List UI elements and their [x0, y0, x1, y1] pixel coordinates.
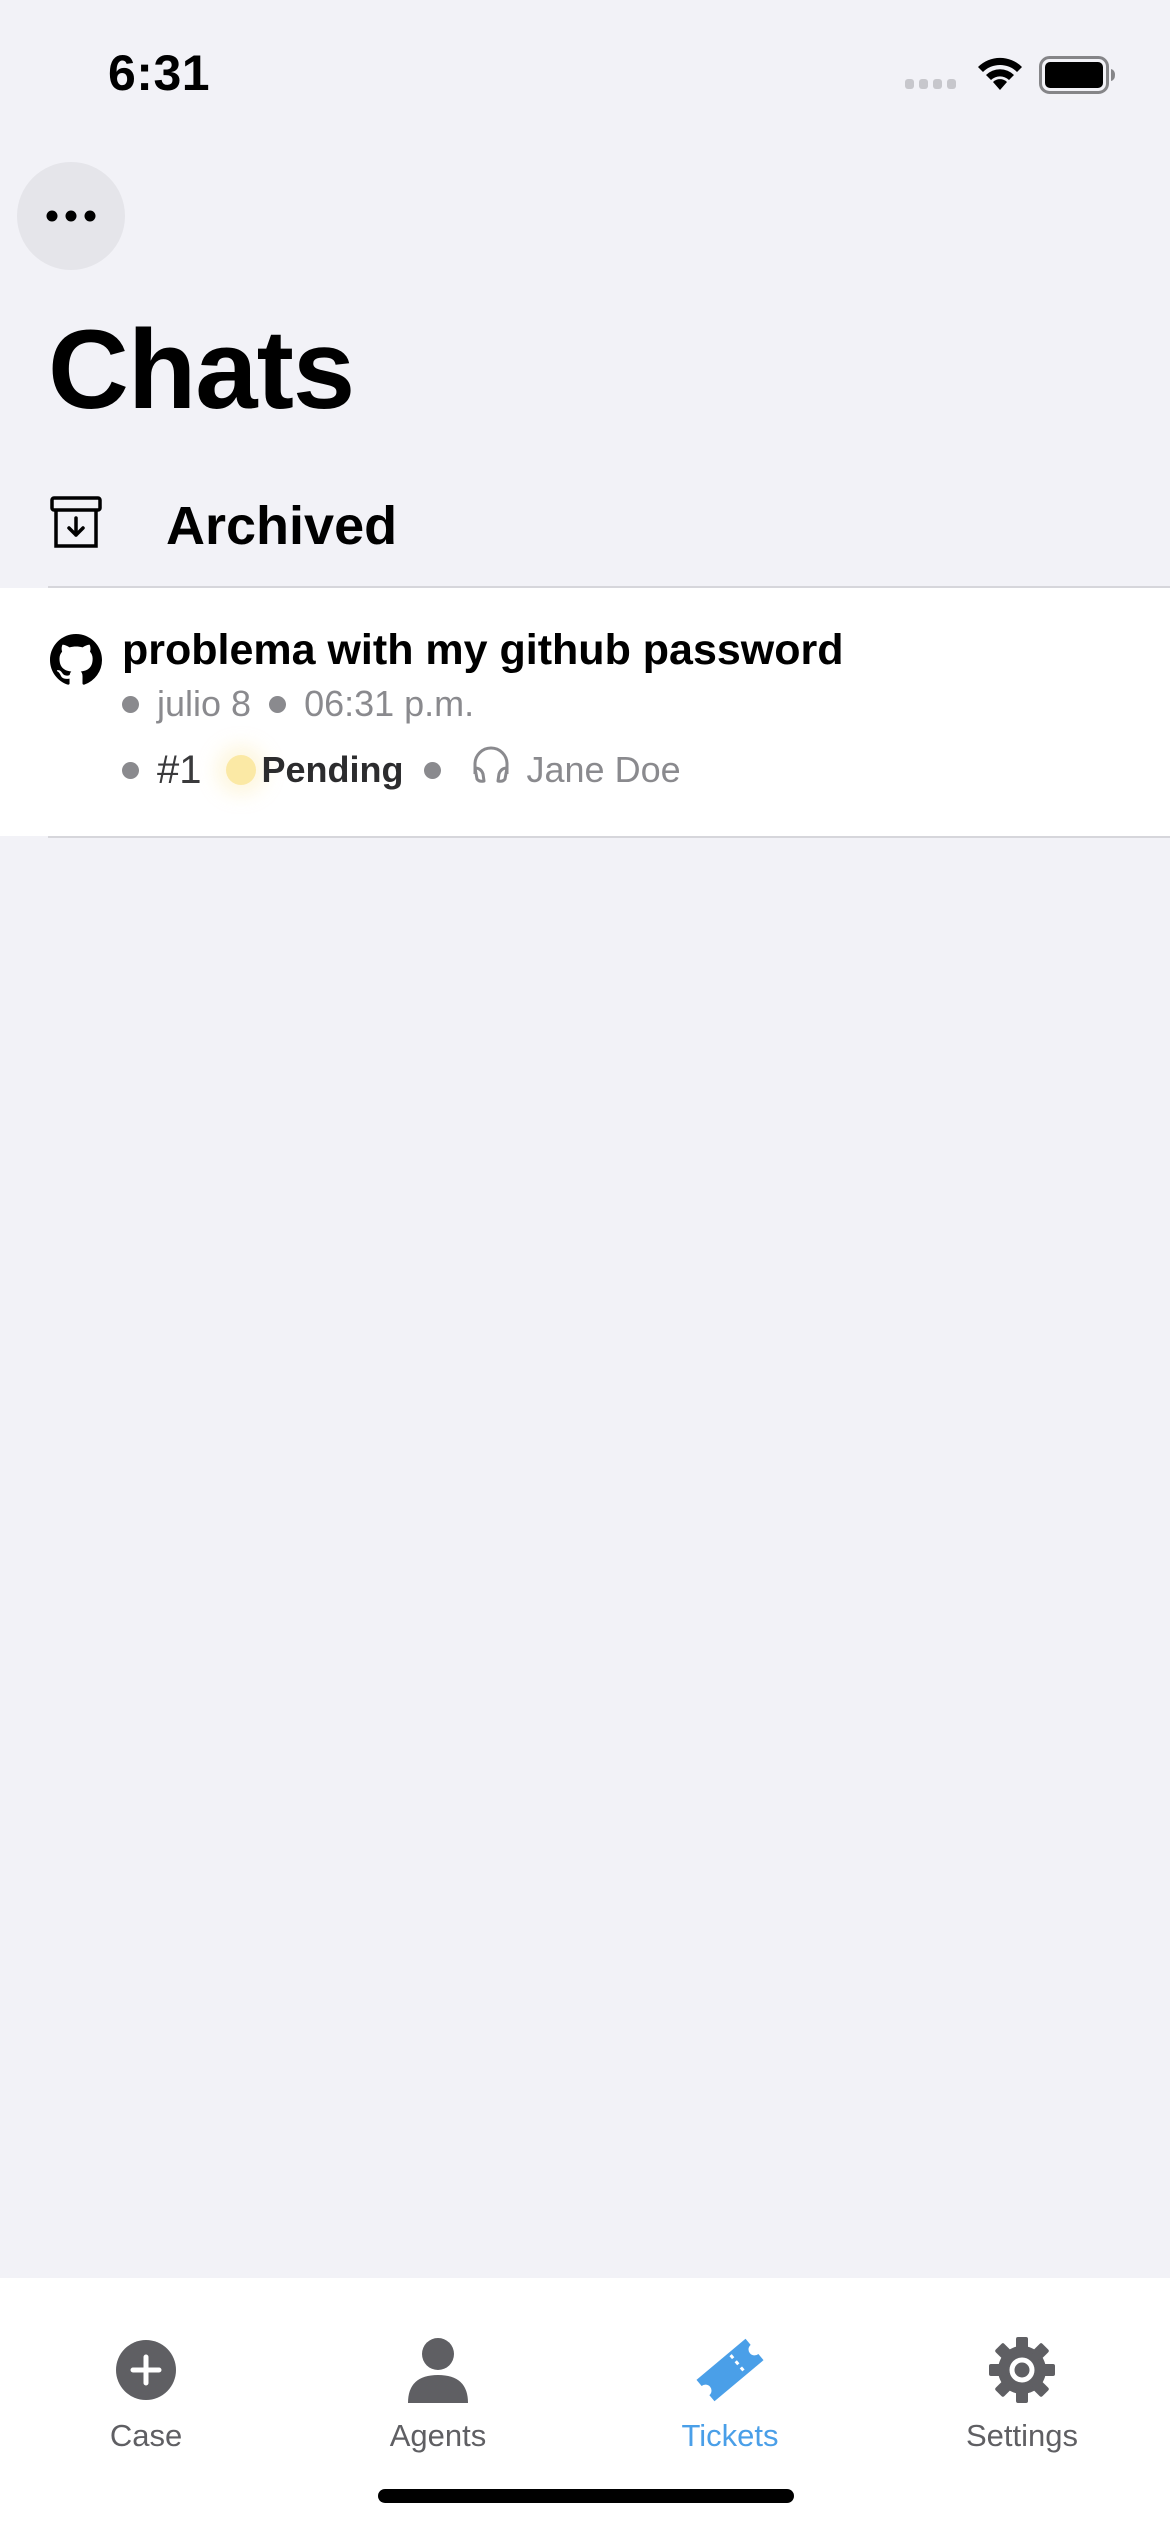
- gear-icon: [989, 2337, 1055, 2403]
- github-icon: [50, 634, 102, 685]
- ticket-icon: [696, 2338, 764, 2402]
- tab-agents[interactable]: Agents: [292, 2330, 584, 2460]
- status-label: Pending: [261, 749, 404, 790]
- tab-settings[interactable]: Settings: [876, 2330, 1168, 2460]
- home-indicator: [378, 2489, 794, 2503]
- person-icon: [408, 2338, 468, 2403]
- page-title: Chats: [48, 307, 355, 432]
- agent-name: Jane Doe: [526, 749, 681, 790]
- battery-icon: [1039, 56, 1115, 94]
- chat-title: problema with my github password: [122, 626, 844, 674]
- chat-time: 06:31 p.m.: [304, 683, 475, 724]
- chat-status-line: #1 Pending Jane Doe: [122, 742, 681, 798]
- chat-date: julio 8: [157, 683, 252, 724]
- bullet-dot: [423, 761, 441, 779]
- tab-case[interactable]: Case: [0, 2330, 292, 2460]
- chat-date-line: julio 8 06:31 p.m.: [122, 676, 474, 732]
- tab-label: Tickets: [681, 2418, 779, 2453]
- tab-tickets[interactable]: Tickets: [584, 2330, 876, 2460]
- ticket-number: #1: [157, 748, 202, 792]
- tab-label: Agents: [389, 2418, 487, 2453]
- bullet-dot: [122, 761, 139, 779]
- bullet-dot: [269, 695, 287, 713]
- bullet-dot: [122, 695, 139, 713]
- chat-list-item[interactable]: problema with my github password julio 8…: [0, 588, 1170, 836]
- headset-icon: [473, 746, 508, 783]
- divider: [48, 836, 1170, 838]
- tab-label: Settings: [965, 2418, 1078, 2453]
- cellular-signal-icon: [905, 79, 956, 89]
- ellipsis-icon: [46, 210, 96, 222]
- archived-label: Archived: [166, 496, 398, 556]
- status-bar: 6:31: [0, 0, 1170, 150]
- tab-label: Case: [109, 2418, 183, 2453]
- status-dot: [225, 755, 256, 785]
- plus-circle-icon: [116, 2340, 176, 2400]
- archive-box-icon: [50, 496, 102, 548]
- archived-row[interactable]: Archived: [0, 470, 1170, 586]
- wifi-icon: [978, 57, 1022, 90]
- status-time: 6:31: [108, 45, 211, 101]
- status-badge: Pending: [225, 748, 404, 792]
- more-button[interactable]: [17, 162, 125, 270]
